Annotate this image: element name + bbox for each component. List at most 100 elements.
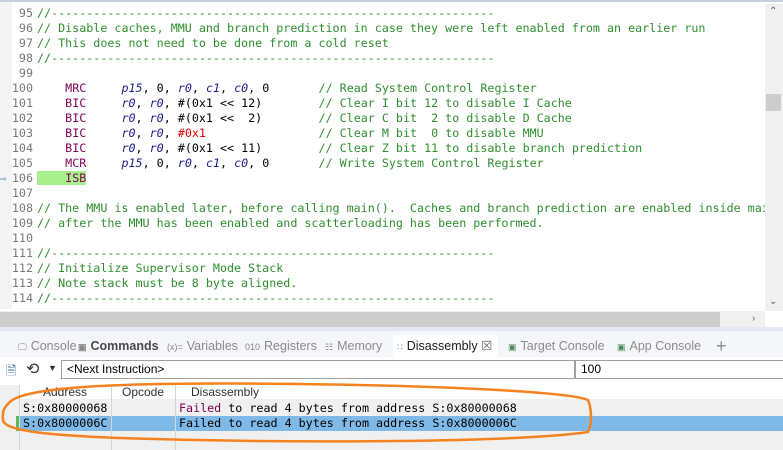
code-token: c0 [234, 156, 249, 170]
vertical-scrollbar[interactable]: ⌃ ⌄ [765, 4, 783, 311]
code-text: MRC p15, 0, r0, c1, c0, 0 // Read System… [37, 81, 537, 96]
code-line[interactable]: 114 //-----------------------------------… [0, 291, 783, 306]
scroll-up-icon[interactable]: ⌃ [769, 6, 777, 17]
scroll-right-icon[interactable]: › [752, 313, 755, 324]
code-token: //--------------------------------------… [37, 6, 495, 20]
code-token: , 0, [142, 156, 178, 170]
code-text: // Note stack must be 8 byte aligned. [37, 276, 297, 291]
code-line[interactable]: 112 // Initialize Supervisor Mode Stack [0, 261, 783, 276]
code-line[interactable]: 100 MRC p15, 0, r0, c1, c0, 0 // Read Sy… [0, 81, 783, 96]
instruction-count-input[interactable]: 100 [575, 360, 783, 379]
address-input[interactable]: <Next Instruction> [61, 360, 575, 379]
line-number: 102 [11, 111, 33, 125]
line-number: 97 [18, 36, 33, 50]
code-token: , [191, 81, 206, 95]
code-text: //--------------------------------------… [37, 51, 494, 66]
line-number: 110 [11, 231, 33, 245]
code-token: c1 [205, 156, 221, 170]
tab-label: Registers [264, 339, 317, 353]
code-token: ISB [65, 171, 87, 185]
tab-console[interactable]: 🖵 Console [18, 335, 77, 357]
line-number: 103 [11, 126, 33, 140]
code-line[interactable]: 109 // after the MMU has been enabled and… [0, 216, 783, 231]
current-instruction-arrow-icon: ⇨ [0, 172, 7, 185]
target-console-icon: ▣ [508, 341, 517, 352]
history-icon[interactable]: ⟲ [26, 359, 39, 379]
code-token: BIC [65, 111, 87, 125]
line-number: 112 [11, 261, 33, 275]
code-text: //--------------------------------------… [37, 246, 494, 261]
app-console-icon: ▣ [617, 341, 626, 352]
code-token: // Clear M bit 0 to disable MMU [318, 126, 544, 140]
horizontal-scrollbar[interactable]: › [0, 311, 765, 328]
code-line[interactable]: 107 [0, 186, 783, 201]
code-line[interactable]: 104 BIC r0, r0, #(0x1 << 11) // Clear Z … [0, 141, 783, 156]
code-token: p15 [121, 156, 143, 170]
code-text: // This does not need to be done from a … [37, 36, 389, 51]
tab-variables[interactable]: (x)= Variables [167, 335, 238, 357]
code-line[interactable]: 98 //------------------------------------… [0, 51, 783, 66]
close-tab-icon[interactable]: ☒ [478, 339, 492, 353]
tab-label: Disassembly [406, 339, 478, 353]
code-line[interactable]: 108 // The MMU is enabled later, before c… [0, 201, 783, 216]
code-line[interactable]: 95 //------------------------------------… [0, 6, 783, 21]
tab-app-console[interactable]: ▣ App Console [617, 335, 701, 357]
code-token: , [135, 111, 150, 125]
add-tab-icon[interactable]: + [716, 335, 727, 357]
code-line[interactable]: 99 [0, 66, 783, 81]
code-line[interactable]: 102 BIC r0, r0, #(0x1 << 2) // Clear C b… [0, 111, 783, 126]
variables-icon: (x)= [167, 341, 183, 352]
code-token: , [135, 96, 150, 110]
code-token: BIC [65, 126, 87, 140]
code-line[interactable]: 105 MCR p15, 0, r0, c1, c0, 0 // Write S… [0, 156, 783, 171]
scroll-down-icon[interactable]: ⌄ [769, 296, 777, 307]
code-line[interactable]: 111 //-----------------------------------… [0, 246, 783, 261]
code-token: //--------------------------------------… [37, 246, 495, 260]
code-token: r0 [177, 156, 192, 170]
code-line[interactable]: 106 ⇨ ISB [0, 171, 783, 186]
line-number: 99 [18, 66, 33, 80]
code-token: r0 [121, 126, 136, 140]
code-token: // Clear Z bit 11 to disable branch pred… [318, 141, 643, 155]
tab-memory[interactable]: ☷ Memory [325, 335, 382, 357]
code-line[interactable]: 97 // This does not need to be done from … [0, 36, 783, 51]
annotation-ellipse [1, 382, 593, 443]
line-number: 96 [18, 21, 33, 35]
code-token: #0x1 [177, 126, 206, 140]
code-token: c0 [234, 81, 249, 95]
chevron-down-icon[interactable]: ▼ [48, 363, 57, 373]
code-editor[interactable]: 95 //------------------------------------… [0, 0, 783, 328]
tab-label: Console [30, 339, 77, 353]
tab-target-console[interactable]: ▣ Target Console [508, 335, 605, 357]
code-token: , 0 [248, 81, 319, 95]
code-line[interactable]: 113 // Note stack must be 8 byte aligned. [0, 276, 783, 291]
code-token: r0 [177, 81, 192, 95]
code-text: BIC r0, r0, #0x1 // Clear M bit 0 to dis… [37, 126, 544, 141]
tab-disassembly[interactable]: ∷ Disassembly ☒ [393, 335, 499, 357]
tab-commands[interactable]: ▣ Commands [78, 335, 159, 357]
code-token: // after the MMU has been enabled and sc… [37, 216, 544, 230]
code-token: r0 [149, 126, 164, 140]
panel-tabs: 🖵 Console ▣ Commands (x)= Variables 010 Registe… [0, 331, 783, 357]
code-line[interactable]: 103 BIC r0, r0, #0x1 // Clear M bit 0 to… [0, 126, 783, 141]
code-token: r0 [121, 141, 136, 155]
scroll-thumb[interactable] [766, 94, 781, 111]
line-number: 111 [11, 246, 33, 260]
code-token: , 0, [142, 81, 178, 95]
code-line[interactable]: 101 BIC r0, r0, #(0x1 << 12) // Clear I … [0, 96, 783, 111]
code-line[interactable]: 96 // Disable caches, MMU and branch pred… [0, 21, 783, 36]
scroll-thumb-horizontal-track[interactable] [0, 312, 720, 327]
code-text: BIC r0, r0, #(0x1 << 2) // Clear C bit 2… [37, 111, 572, 126]
tab-registers[interactable]: 010 Registers [245, 335, 317, 357]
code-token: // Disable caches, MMU and branch predic… [37, 21, 706, 35]
code-line[interactable]: 110 [0, 231, 783, 246]
line-number: 100 [11, 81, 33, 95]
code-token: r0 [121, 111, 136, 125]
code-token: // Clear I bit 12 to disable I Cache [318, 96, 572, 110]
code-token: // Read System Control Register [318, 81, 537, 95]
